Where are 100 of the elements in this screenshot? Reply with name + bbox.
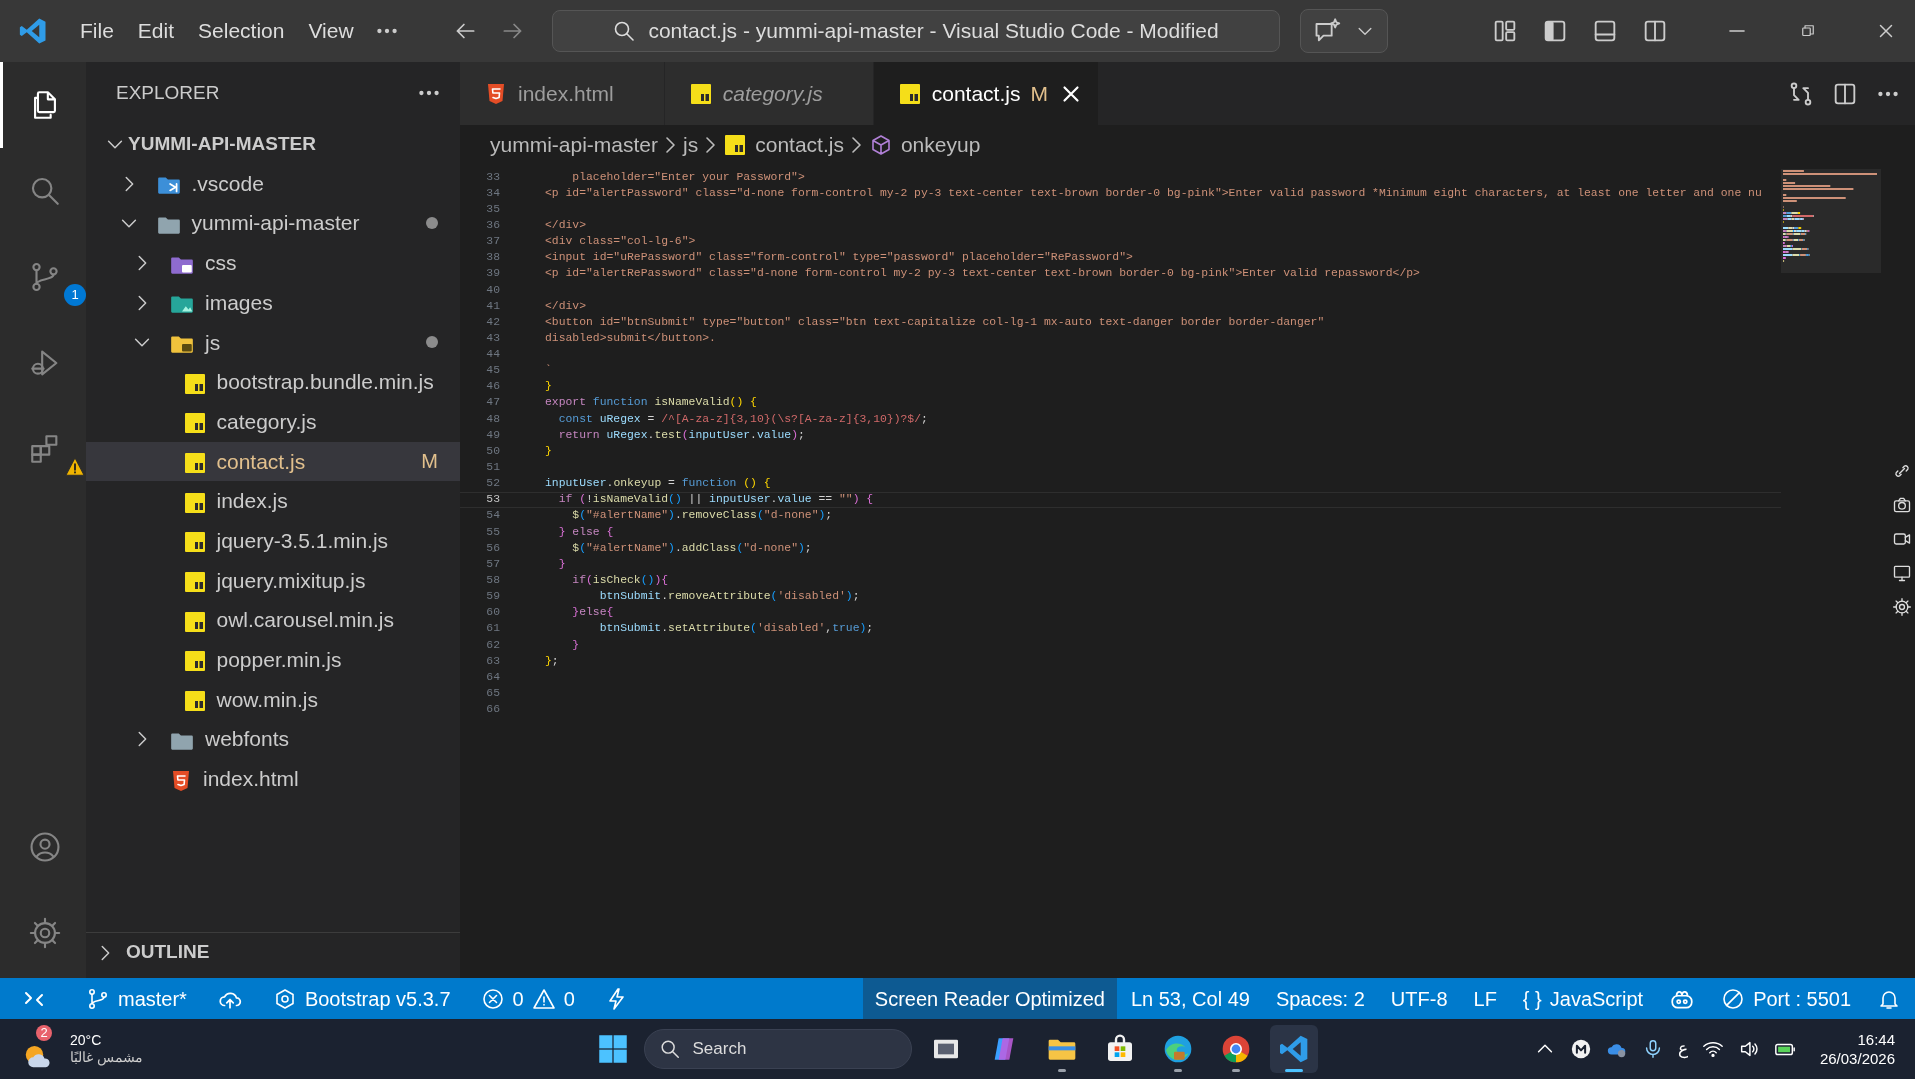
- status-letter: M: [1030, 80, 1048, 107]
- tree-item[interactable]: contact.js M: [86, 441, 460, 482]
- tree-item[interactable]: webfonts: [86, 719, 460, 759]
- breadcrumb-item[interactable]: contact.js: [723, 129, 844, 161]
- code-line: if(isCheck()){: [571, 573, 669, 589]
- script-file-icon: [182, 649, 207, 674]
- port-button[interactable]: Port : 5501: [1709, 978, 1863, 1019]
- code-line: placeholder="Enter your Password">: [571, 169, 805, 185]
- code-line: } else {: [557, 524, 614, 540]
- line-number: 59: [485, 589, 500, 605]
- panel-title: EXPLORER: [116, 80, 220, 105]
- editor-tab[interactable]: category.js: [664, 62, 874, 125]
- line-number: 37: [485, 234, 500, 250]
- tree-item[interactable]: owl.carousel.min.js: [86, 600, 460, 640]
- tree-item[interactable]: js: [86, 322, 460, 363]
- settings-icon[interactable]: [1892, 597, 1912, 617]
- script-file-icon: [723, 133, 748, 157]
- status-item[interactable]: Spaces: 2: [1263, 978, 1377, 1019]
- line-number: 41: [485, 298, 500, 314]
- script-file-icon: [182, 490, 207, 515]
- status-item[interactable]: Ln 53, Col 49: [1118, 978, 1262, 1019]
- search-field[interactable]: Search: [643, 1029, 912, 1069]
- activity-button[interactable]: 1: [0, 234, 86, 320]
- editor-icon[interactable]: [1277, 1033, 1310, 1065]
- minimap[interactable]: [1781, 169, 1881, 273]
- status-item[interactable]: Bootstrap v5.3.7: [260, 978, 463, 1019]
- status-item[interactable]: UTF-8: [1378, 978, 1460, 1019]
- folder-header[interactable]: YUMMI-API-MASTER: [86, 124, 460, 164]
- code-line: </div>: [545, 298, 586, 314]
- line-number: 45: [485, 363, 500, 379]
- script-file-icon: [182, 689, 207, 714]
- line-number: 66: [485, 702, 500, 718]
- tree-item[interactable]: wow.min.js: [86, 679, 460, 720]
- menu-item[interactable]: Selection: [186, 15, 297, 47]
- script-file-icon: [688, 81, 713, 106]
- breadcrumb-item[interactable]: onkeyup: [868, 129, 981, 161]
- code-line: btnSubmit.setAttribute('disabled',true);: [598, 621, 874, 637]
- script-file-icon: [182, 570, 207, 595]
- line-number: 50: [485, 443, 500, 459]
- code-line: export function isNameValid() {: [545, 395, 757, 411]
- language-button[interactable]: { } JavaScript: [1510, 978, 1656, 1019]
- tree-item[interactable]: css: [86, 243, 460, 283]
- status-item[interactable]: LF: [1461, 978, 1509, 1019]
- tree-item[interactable]: jquery.mixitup.js: [86, 560, 460, 601]
- script-file-icon: [182, 530, 207, 555]
- status-item[interactable]: Screen Reader Optimized: [862, 978, 1117, 1019]
- menu-item[interactable]: View: [296, 15, 366, 47]
- taskbar-button[interactable]: [1269, 1025, 1318, 1073]
- line-number: 55: [485, 524, 500, 540]
- line-number: 57: [485, 556, 500, 572]
- tree-item[interactable]: images: [86, 282, 460, 323]
- outline-header[interactable]: OUTLINE: [86, 932, 460, 972]
- minimize-icon[interactable]: [1727, 29, 1747, 33]
- circle-icon[interactable]: [1569, 1038, 1592, 1060]
- branch-button[interactable]: master*: [74, 978, 199, 1019]
- tree-item[interactable]: .vscode: [86, 163, 460, 204]
- editor-tab[interactable]: contact.js M: [873, 62, 1099, 125]
- code-line: }else{: [571, 605, 614, 621]
- code-line: };: [545, 653, 559, 669]
- tree-item[interactable]: category.js: [86, 401, 460, 442]
- code-line: <div class="col-lg-6">: [545, 234, 696, 250]
- menu-item[interactable]: File: [68, 15, 126, 47]
- count-badge: 2: [36, 1025, 52, 1041]
- editor-tab[interactable]: index.html: [460, 62, 665, 125]
- search-icon: [612, 19, 637, 43]
- line-number: 39: [485, 266, 500, 282]
- tree-item[interactable]: jquery-3.5.1.min.js: [86, 520, 460, 561]
- weather-condition: مشمس غالبًا: [70, 1049, 143, 1067]
- screen-icon[interactable]: [1892, 563, 1912, 583]
- camera-icon[interactable]: [1892, 495, 1912, 515]
- status-letter: M: [421, 449, 438, 475]
- line-number: 33: [485, 169, 500, 185]
- code-line: }: [545, 379, 552, 395]
- tree-item[interactable]: popper.min.js: [86, 639, 460, 680]
- script-file-icon: [897, 81, 922, 106]
- code-line: </div>: [545, 217, 586, 233]
- line-number: 46: [485, 379, 500, 395]
- tree-item[interactable]: bootstrap.bundle.min.js: [86, 362, 460, 402]
- error-icon: [480, 986, 505, 1011]
- line-number: 58: [485, 573, 500, 589]
- line-number: 63: [485, 653, 500, 669]
- breadcrumb-item[interactable]: js: [683, 129, 699, 161]
- menu-item[interactable]: Edit: [125, 15, 187, 47]
- chevron-icon: [706, 137, 716, 153]
- warning-icon: [531, 986, 556, 1011]
- clock[interactable]: 16:44 26/03/2026: [1819, 1029, 1895, 1069]
- breadcrumb-item[interactable]: yummi-api-master: [490, 129, 659, 161]
- code-line: $("#alertName").removeClass("d-none");: [571, 508, 833, 524]
- tree-item[interactable]: yummi-api-master: [86, 203, 460, 244]
- tree-item[interactable]: index.html: [86, 759, 460, 799]
- line-number: 64: [485, 669, 500, 685]
- input-language[interactable]: ع: [1677, 1036, 1688, 1062]
- problems-button[interactable]: 0 0: [468, 978, 587, 1019]
- code-line: btnSubmit.removeAttribute('disabled');: [598, 589, 860, 605]
- chat-button[interactable]: [1299, 9, 1388, 53]
- command-center[interactable]: contact.js - yummi-api-master - Visual Studio Code - Modified: [551, 10, 1280, 52]
- line-number: 44: [485, 347, 500, 363]
- start-icon[interactable]: [597, 1034, 628, 1064]
- script-file-icon: [182, 411, 207, 436]
- tree-item[interactable]: index.js: [86, 481, 460, 521]
